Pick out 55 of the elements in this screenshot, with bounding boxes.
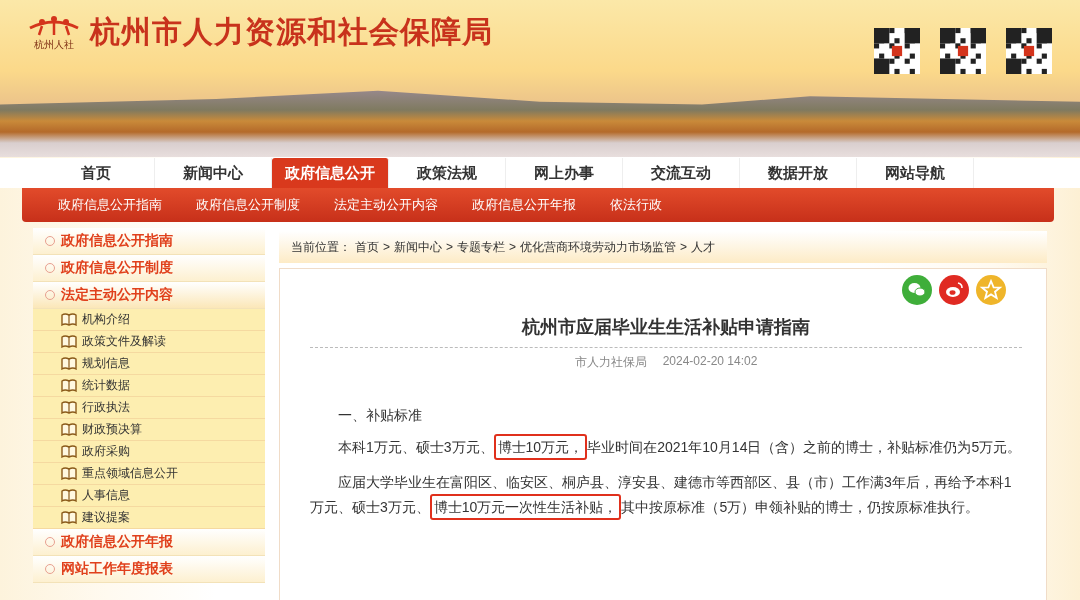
sidebar-item[interactable]: 网站工作年度报表 — [33, 556, 265, 583]
sidebar-item[interactable]: 法定主动公开内容 — [33, 282, 265, 309]
breadcrumb-separator: > — [446, 240, 454, 254]
sidebar-item[interactable]: 政府信息公开年报 — [33, 529, 265, 556]
site-title: 杭州市人力资源和社会保障局 — [90, 14, 493, 50]
book-icon — [61, 401, 77, 414]
book-icon — [61, 313, 77, 326]
sidebar-item[interactable]: 政府信息公开指南 — [33, 228, 265, 255]
book-icon — [61, 489, 77, 502]
breadcrumb-separator: > — [509, 240, 517, 254]
book-icon — [61, 445, 77, 458]
sidebar-item[interactable]: 政府信息公开制度 — [33, 255, 265, 282]
section-heading: 一、补贴标准 — [337, 407, 423, 425]
article-paragraph: 本科1万元、硕士3万元、 博士10万元， 毕业时间在2021年10月14日（含）之前的博士，补贴标准仍为5万元。 — [310, 435, 1022, 460]
qr-code-icon — [940, 28, 986, 74]
book-icon — [61, 335, 77, 348]
breadcrumb-link[interactable]: 首页 — [355, 238, 379, 256]
article-paragraph: 应届大学毕业生在富阳区、临安区、桐庐县、淳安县、建德市等西部区、县（市）工作满3年后，再给予本科1万元、硕士3万元、 博士10万元一次性生活补贴， 其中按原标准（5万）申领补贴的博士，仍按原标准执行。 — [310, 470, 1022, 520]
book-icon — [61, 511, 77, 524]
sidebar-subitem[interactable]: 建议提案 — [33, 507, 265, 529]
book-icon — [61, 357, 77, 370]
article-source: 市人力社保局 — [574, 354, 647, 371]
sidebar-subitem[interactable]: 机构介绍 — [33, 309, 265, 331]
qr-code-icon — [874, 28, 920, 74]
breadcrumb-link[interactable]: 优化营商环境劳动力市场监管 — [520, 238, 677, 256]
subnav-link[interactable]: 政府信息公开制度 — [196, 196, 300, 214]
nav-tab[interactable]: 政府信息公开 — [272, 158, 389, 188]
article-title: 杭州市应届毕业生生活补贴申请指南 — [310, 315, 1022, 348]
breadcrumb-link[interactable]: 专题专栏 — [457, 238, 506, 256]
breadcrumb-separator: > — [383, 240, 390, 254]
sidebar-subitem[interactable]: 统计数据 — [33, 375, 265, 397]
sidebar-subitem[interactable]: 政策文件及解读 — [33, 331, 265, 353]
article-date: 2024-02-20 14:02 — [662, 354, 758, 370]
subnav-link[interactable]: 法定主动公开内容 — [334, 196, 438, 214]
logo-icon — [28, 13, 80, 36]
breadcrumb-separator: > — [680, 240, 688, 254]
sidebar-subitem[interactable]: 行政执法 — [33, 397, 265, 419]
subnav-link[interactable]: 政府信息公开年报 — [472, 196, 576, 214]
weibo-share-icon[interactable] — [939, 275, 969, 305]
sidebar-subitem[interactable]: 财政预决算 — [33, 419, 265, 441]
subnav-link[interactable]: 依法行政 — [610, 196, 662, 214]
logo-text: 杭州人社 — [34, 37, 74, 52]
book-icon — [61, 423, 77, 436]
book-icon — [61, 467, 77, 480]
breadcrumb-link[interactable]: 新闻中心 — [394, 238, 442, 256]
wechat-share-icon[interactable] — [902, 275, 932, 305]
book-icon — [61, 379, 77, 392]
sidebar-subitem[interactable]: 重点领域信息公开 — [33, 463, 265, 485]
subnav-link[interactable]: 政府信息公开指南 — [58, 196, 162, 214]
sidebar-subitem[interactable]: 政府采购 — [33, 441, 265, 463]
sidebar-subitem[interactable]: 人事信息 — [33, 485, 265, 507]
breadcrumb-label: 当前位置： — [291, 238, 351, 256]
breadcrumb-link[interactable]: 人才 — [691, 238, 716, 256]
sidebar-subitem[interactable]: 规划信息 — [33, 353, 265, 375]
qr-code-icon — [1006, 28, 1052, 74]
